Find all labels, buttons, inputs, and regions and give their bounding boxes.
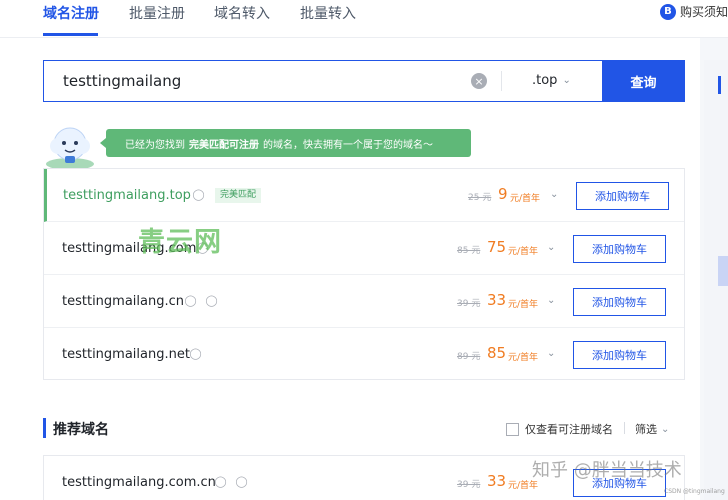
notice-text-before: 已经为您找到 [125,139,185,151]
filter-label: 筛选 [635,423,657,436]
watermark-bottom: 知乎 @胖当当技术 [532,460,682,481]
section-accent-bar [43,418,46,438]
suffix-select[interactable]: .top ⌄ [532,73,571,88]
right-panel-accent [718,76,721,94]
watermark-center: 青云网 [138,227,222,258]
filter-dropdown[interactable]: 筛选 ⌄ [635,421,669,437]
domain-name: testtingmailang.net [62,347,190,362]
tab-batch-transfer[interactable]: 批量转入 [300,3,356,23]
only-available-toggle[interactable]: 仅查看可注册域名 [506,421,613,437]
add-to-cart-button[interactable]: 添加购物车 [576,182,669,210]
right-panel-block [718,256,728,286]
chevron-down-icon[interactable]: ⌄ [550,189,558,200]
current-price: 9 [498,185,508,203]
price-unit: 元/首年 [508,300,539,310]
chevron-down-icon: ⌄ [562,75,571,86]
shield-icon: ◯ [214,475,227,488]
shield-icon: ◯ [189,347,202,360]
search-divider [501,71,502,91]
tab-domain-register[interactable]: 域名注册 [43,3,99,23]
domain-name: testtingmailang.top [63,188,191,203]
result-row-net: testtingmailang.net ◯ 89 元 85 元/首年 ⌄ 添加购… [44,328,684,381]
price-unit: 元/首年 [508,353,539,363]
notice-text-after: 的域名，快去拥有一个属于您的域名～ [263,139,433,151]
domain-search-input[interactable] [44,61,484,101]
clear-icon[interactable]: × [471,73,487,89]
current-price: 85 [487,344,507,362]
top-tab-bar: 域名注册 批量注册 域名转入 批量转入 B 购买须知 [0,0,728,38]
shield-icon: ◯ [192,188,205,201]
domain-search-bar: × .top ⌄ 查询 [43,60,685,102]
purchase-notice-label: 购买须知 [679,5,728,19]
filter-divider [624,422,625,434]
tab-domain-transfer[interactable]: 域名转入 [214,3,270,23]
domain-name: testtingmailang.cn [62,294,184,309]
add-to-cart-button[interactable]: 添加购物车 [573,288,666,316]
original-price: 85 元 [457,246,481,256]
cloud-mascot-icon [46,127,94,170]
current-price: 75 [487,238,507,256]
result-row-cn: testtingmailang.cn ◯ ◯ 39 元 33 元/首年 ⌄ 添加… [44,275,684,328]
price-unit: 元/首年 [510,194,541,204]
suffix-value: .top [532,73,558,88]
chevron-down-icon[interactable]: ⌄ [547,348,555,359]
only-available-label: 仅查看可注册域名 [525,423,613,436]
result-list: testtingmailang.top ◯ 完美匹配 25 元 9 元/首年 ⌄… [43,168,685,380]
search-result-notice: 已经为您找到 完美匹配可注册 的域名，快去拥有一个属于您的域名～ [100,129,471,157]
search-button[interactable]: 查询 [602,60,685,102]
perfect-match-badge: 完美匹配 [215,188,262,203]
original-price: 39 元 [457,299,481,309]
help-b-icon: B [659,3,676,20]
chevron-down-icon[interactable]: ⌄ [547,242,555,253]
add-to-cart-button[interactable]: 添加购物车 [573,235,666,263]
current-price: 33 [487,291,507,309]
price-unit: 元/首年 [508,247,539,257]
chevron-down-icon: ⌄ [661,423,670,435]
result-row-top: testtingmailang.top ◯ 完美匹配 25 元 9 元/首年 ⌄… [44,169,684,222]
recommend-section-title: 推荐域名 [53,422,109,438]
shield-icon: ◯ [184,294,197,307]
notice-highlight: 完美匹配可注册 [189,139,259,151]
purchase-notice-link[interactable]: B 购买须知 [659,3,728,20]
add-to-cart-button[interactable]: 添加购物车 [573,341,666,369]
active-tab-indicator [43,33,98,36]
domain-name: testtingmailang.com.cn [62,475,216,490]
right-side-panel [704,60,728,500]
current-price: 33 [487,472,507,490]
info-shield-icon: ◯ [205,294,218,307]
tab-batch-register[interactable]: 批量注册 [129,3,185,23]
original-price: 25 元 [468,193,492,203]
info-shield-icon: ◯ [235,475,248,488]
only-available-checkbox[interactable] [506,422,519,436]
original-price: 89 元 [457,352,481,362]
original-price: 39 元 [457,480,481,490]
watermark-tiny: CSDN @tingmailang [664,488,725,495]
chevron-down-icon[interactable]: ⌄ [547,295,555,306]
